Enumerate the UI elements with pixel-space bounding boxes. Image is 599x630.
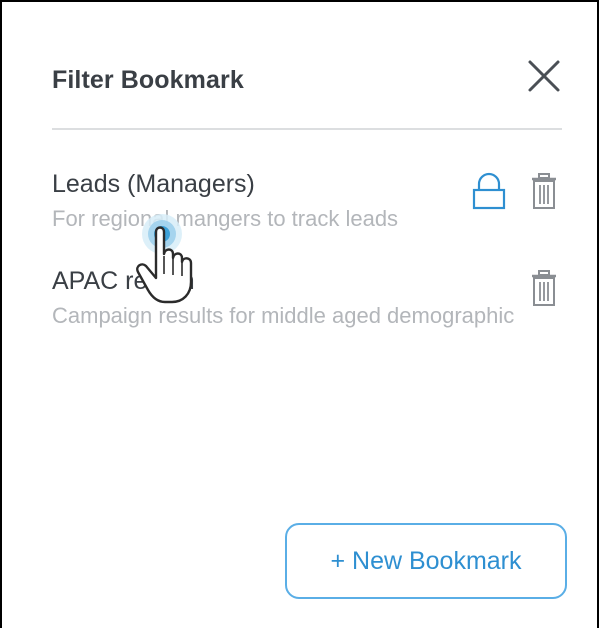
bookmark-description: Campaign results for middle aged demogra… xyxy=(52,303,515,328)
bookmark-name: Leads (Managers) xyxy=(52,170,255,198)
bookmark-name: APAC region xyxy=(52,267,195,295)
bookmark-item-apac-region[interactable]: APAC region Campaign results for middle … xyxy=(52,267,562,347)
filter-bookmark-panel: Filter Bookmark Leads (Managers) For reg… xyxy=(0,0,599,628)
bookmark-item-leads-managers[interactable]: Leads (Managers) For regional mangers to… xyxy=(52,170,562,250)
new-bookmark-button[interactable]: + New Bookmark xyxy=(285,523,567,599)
trash-icon[interactable] xyxy=(530,172,558,212)
trash-icon[interactable] xyxy=(530,269,558,309)
lock-icon[interactable] xyxy=(472,172,506,212)
header-divider xyxy=(52,128,562,130)
panel-title: Filter Bookmark xyxy=(52,66,244,94)
close-icon[interactable] xyxy=(524,56,564,96)
bookmark-description: For regional mangers to track leads xyxy=(52,206,399,231)
